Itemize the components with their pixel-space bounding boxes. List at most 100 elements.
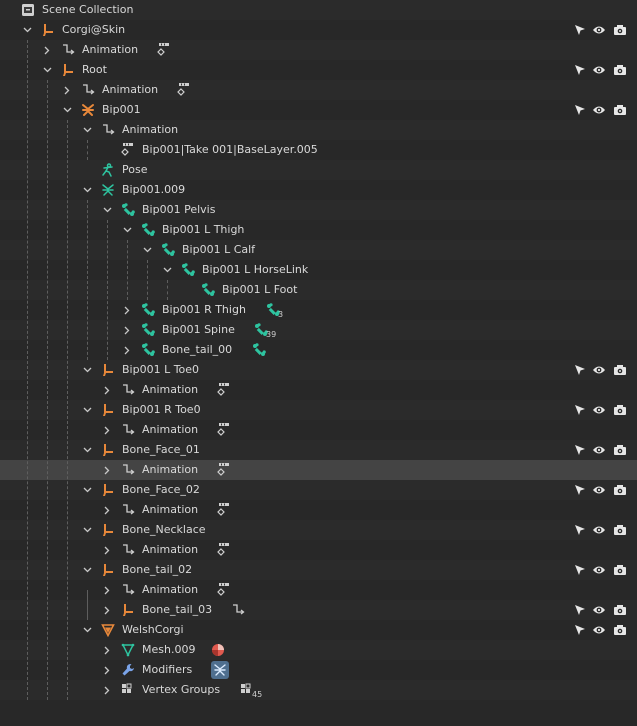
outliner-row-bone-tail-00[interactable]: Bone_tail_00 <box>0 340 637 360</box>
child-bone-icon[interactable]: 3 <box>266 302 283 319</box>
outliner-row-animation[interactable]: Animation <box>0 380 637 400</box>
outliner-row-welshcorgi[interactable]: WelshCorgi <box>0 620 637 640</box>
chevron-right-icon[interactable] <box>100 580 114 600</box>
chevron-down-icon[interactable] <box>120 220 134 240</box>
outliner-row-animation[interactable]: Animation <box>0 420 637 440</box>
outliner-row-bone-face-02[interactable]: Bone_Face_02 <box>0 480 637 500</box>
chevron-right-icon[interactable] <box>120 340 134 360</box>
outliner-row-bone-tail-03[interactable]: Bone_tail_03 <box>0 600 637 620</box>
chevron-right-icon[interactable] <box>100 500 114 520</box>
chevron-right-icon[interactable] <box>120 320 134 340</box>
outliner-row-animation[interactable]: Animation <box>0 540 637 560</box>
outliner-row-corgi-skin[interactable]: Corgi@Skin <box>0 20 637 40</box>
chevron-right-icon[interactable] <box>100 600 114 620</box>
eye-icon[interactable] <box>591 442 607 458</box>
outliner-row-bip001-r-toe0[interactable]: Bip001 R Toe0 <box>0 400 637 420</box>
chevron-right-icon[interactable] <box>120 300 134 320</box>
outliner-row-bone-necklace[interactable]: Bone_Necklace <box>0 520 637 540</box>
outliner-row-bip001-l-toe0[interactable]: Bip001 L Toe0 <box>0 360 637 380</box>
outliner-row-bip001-l-horselink[interactable]: Bip001 L HorseLink <box>0 260 637 280</box>
chevron-down-icon[interactable] <box>80 560 94 580</box>
chevron-down-icon[interactable] <box>140 240 154 260</box>
chevron-down-icon[interactable] <box>80 620 94 640</box>
child-action-icon[interactable] <box>216 502 232 518</box>
outliner-row-modifiers[interactable]: Modifiers <box>0 660 637 680</box>
child-bone-icon[interactable]: 39 <box>254 322 276 339</box>
outliner-row-animation[interactable]: Animation <box>0 500 637 520</box>
chevron-right-icon[interactable] <box>100 540 114 560</box>
outliner-row-scene-collection[interactable]: Scene Collection <box>0 0 637 20</box>
chevron-down-icon[interactable] <box>100 200 114 220</box>
child-vertex-groups-icon[interactable]: 45 <box>240 682 262 699</box>
camera-icon[interactable] <box>612 62 628 78</box>
outliner-row-bip001-009[interactable]: Bip001.009 <box>0 180 637 200</box>
child-action-icon[interactable] <box>216 422 232 438</box>
chevron-right-icon[interactable] <box>60 80 74 100</box>
eye-icon[interactable] <box>591 362 607 378</box>
chevron-right-icon[interactable] <box>100 660 114 680</box>
chevron-down-icon[interactable] <box>80 520 94 540</box>
camera-icon[interactable] <box>612 622 628 638</box>
cursor-select-icon[interactable] <box>572 362 588 378</box>
child-action-icon[interactable] <box>216 382 232 398</box>
camera-icon[interactable] <box>612 402 628 418</box>
chevron-down-icon[interactable] <box>60 100 74 120</box>
chevron-down-icon[interactable] <box>80 480 94 500</box>
outliner-row-vertex-groups[interactable]: Vertex Groups 45 <box>0 680 637 700</box>
cursor-select-icon[interactable] <box>572 602 588 618</box>
chevron-down-icon[interactable] <box>80 180 94 200</box>
child-material-icon[interactable] <box>211 642 225 658</box>
eye-icon[interactable] <box>591 622 607 638</box>
outliner-row-animation[interactable]: Animation <box>0 40 637 60</box>
chevron-down-icon[interactable] <box>20 20 34 40</box>
chevron-right-icon[interactable] <box>100 420 114 440</box>
eye-icon[interactable] <box>591 22 607 38</box>
eye-icon[interactable] <box>591 402 607 418</box>
outliner-row-bip001-pelvis[interactable]: Bip001 Pelvis <box>0 200 637 220</box>
cursor-select-icon[interactable] <box>572 442 588 458</box>
chevron-down-icon[interactable] <box>80 400 94 420</box>
outliner-row-animation[interactable]: Animation <box>0 460 637 480</box>
chevron-down-icon[interactable] <box>160 260 174 280</box>
cursor-select-icon[interactable] <box>572 562 588 578</box>
child-action-icon[interactable] <box>156 42 172 58</box>
child-action-icon[interactable] <box>216 542 232 558</box>
cursor-select-icon[interactable] <box>572 402 588 418</box>
chevron-right-icon[interactable] <box>100 460 114 480</box>
chevron-right-icon[interactable] <box>40 40 54 60</box>
chevron-right-icon[interactable] <box>100 380 114 400</box>
camera-icon[interactable] <box>612 562 628 578</box>
outliner-row-bone-tail-02[interactable]: Bone_tail_02 <box>0 560 637 580</box>
cursor-select-icon[interactable] <box>572 22 588 38</box>
outliner-row-bip001-l-calf[interactable]: Bip001 L Calf <box>0 240 637 260</box>
outliner-row-bip001-take-001-baselayer-005[interactable]: Bip001|Take 001|BaseLayer.005 <box>0 140 637 160</box>
eye-icon[interactable] <box>591 62 607 78</box>
chevron-down-icon[interactable] <box>80 120 94 140</box>
outliner-row-root[interactable]: Root <box>0 60 637 80</box>
outliner-row-animation[interactable]: Animation <box>0 120 637 140</box>
chevron-right-icon[interactable] <box>100 640 114 660</box>
chevron-down-icon[interactable] <box>80 440 94 460</box>
cursor-select-icon[interactable] <box>572 102 588 118</box>
cursor-select-icon[interactable] <box>572 622 588 638</box>
chevron-down-icon[interactable] <box>80 360 94 380</box>
outliner-row-bip001-l-thigh[interactable]: Bip001 L Thigh <box>0 220 637 240</box>
camera-icon[interactable] <box>612 102 628 118</box>
child-animation-icon[interactable] <box>231 602 245 618</box>
camera-icon[interactable] <box>612 362 628 378</box>
outliner-row-animation[interactable]: Animation <box>0 580 637 600</box>
camera-icon[interactable] <box>612 602 628 618</box>
cursor-select-icon[interactable] <box>572 522 588 538</box>
child-action-icon[interactable] <box>176 82 192 98</box>
child-action-icon[interactable] <box>216 462 232 478</box>
child-action-icon[interactable] <box>216 582 232 598</box>
outliner-row-mesh-009[interactable]: Mesh.009 <box>0 640 637 660</box>
eye-icon[interactable] <box>591 602 607 618</box>
camera-icon[interactable] <box>612 22 628 38</box>
child-bone-icon[interactable] <box>252 342 266 358</box>
outliner-row-bip001-r-thigh[interactable]: Bip001 R Thigh 3 <box>0 300 637 320</box>
eye-icon[interactable] <box>591 102 607 118</box>
outliner-row-bip001-spine[interactable]: Bip001 Spine 39 <box>0 320 637 340</box>
cursor-select-icon[interactable] <box>572 62 588 78</box>
eye-icon[interactable] <box>591 482 607 498</box>
